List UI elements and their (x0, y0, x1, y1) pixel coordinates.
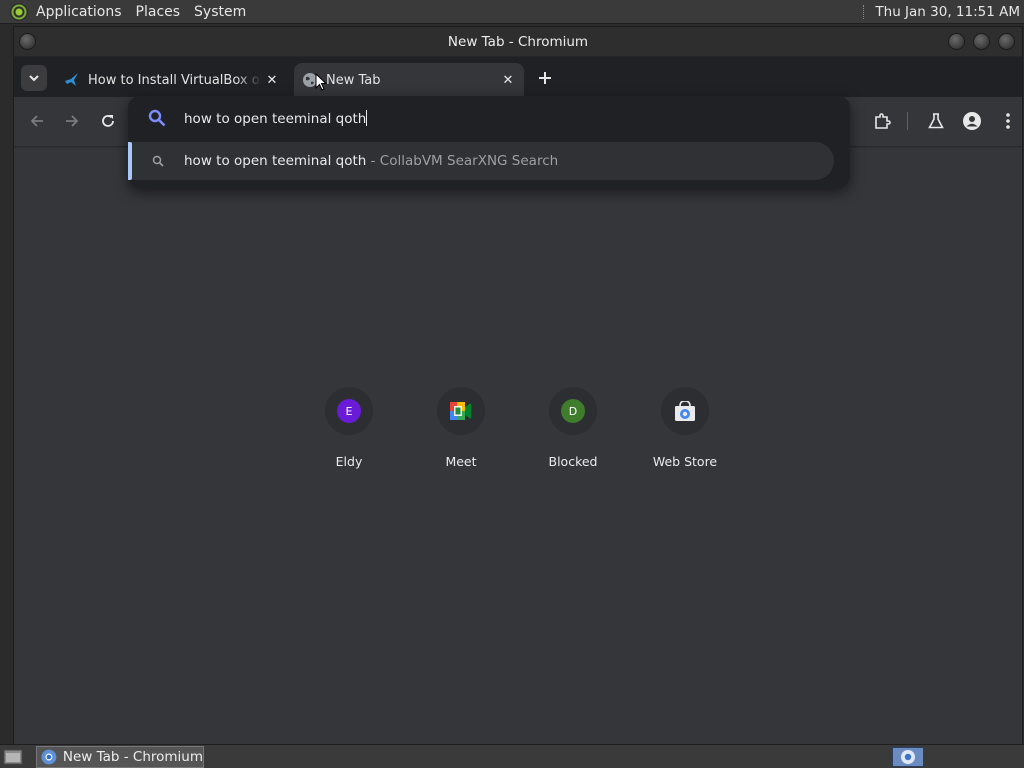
taskbar-item-chromium[interactable]: New Tab - Chromium (36, 745, 204, 768)
applications-menu[interactable]: Applications (29, 4, 129, 20)
arrow-right-icon (66, 115, 79, 127)
chromium-icon (901, 750, 915, 764)
shortcut-blocked[interactable]: D Blocked (523, 380, 623, 476)
shortcut-label: Meet (445, 454, 477, 469)
google-meet-icon (450, 402, 471, 420)
tab-virtualbox[interactable]: How to Install VirtualBox on ✕ (56, 63, 288, 97)
clock-area: Thu Jan 30, 11:51 AM (863, 0, 1020, 24)
address-bar[interactable]: how to open teeminal qoth (128, 96, 850, 140)
address-input[interactable]: how to open teeminal qoth (184, 109, 368, 127)
forward-button[interactable] (60, 109, 84, 133)
toolbar-divider (907, 112, 908, 130)
panel-separator (863, 5, 869, 19)
shortcut-icon-frame: D (549, 387, 597, 435)
shortcut-icon-frame (661, 387, 709, 435)
kebab-menu-icon (1006, 113, 1010, 129)
bottom-taskbar: New Tab - Chromium (0, 744, 1024, 768)
avatar-icon (963, 112, 981, 130)
window-title: New Tab - Chromium (447, 33, 589, 50)
shortcut-icon-frame: E (325, 387, 373, 435)
chrome-menu-button[interactable] (996, 109, 1020, 133)
profile-button[interactable] (960, 109, 984, 133)
shortcut-eldy[interactable]: E Eldy (299, 380, 399, 476)
shortcut-label: Blocked (548, 454, 598, 469)
shortcut-icon-frame (437, 387, 485, 435)
distro-logo-icon[interactable] (10, 2, 28, 21)
taskbar-item-label: New Tab - Chromium (62, 748, 203, 765)
chrome-web-store-icon (675, 401, 695, 421)
tab-title: How to Install VirtualBox on (88, 72, 262, 88)
address-input-text: how to open teeminal qoth (184, 110, 367, 127)
tab-new-tab[interactable]: New Tab ✕ (294, 63, 524, 97)
omnibox-popup: how to open teeminal qoth how to open te… (128, 96, 850, 188)
top-panel: Applications Places System Thu Jan 30, 1… (0, 0, 1024, 24)
chevron-down-icon (29, 75, 39, 82)
close-window-button[interactable] (998, 33, 1015, 50)
close-tab-button[interactable]: ✕ (498, 70, 518, 90)
suggestion-query: how to open teeminal qoth (184, 153, 367, 169)
tab-strip: How to Install VirtualBox on ✕ New Tab ✕ (14, 57, 1022, 97)
puzzle-icon (875, 113, 891, 129)
system-menu[interactable]: System (187, 4, 253, 20)
shortcut-label: Web Store (652, 454, 718, 469)
flask-icon (928, 113, 944, 129)
labs-button[interactable] (924, 109, 948, 133)
maximize-button[interactable] (973, 33, 990, 50)
extensions-button[interactable] (870, 109, 894, 133)
window-menu-button[interactable] (19, 33, 36, 50)
window-titlebar[interactable]: New Tab - Chromium (14, 27, 1022, 57)
close-tab-button[interactable]: ✕ (262, 70, 282, 90)
search-icon (152, 155, 164, 167)
reload-icon (102, 115, 114, 127)
shortcut-label: Eldy (335, 454, 363, 469)
plus-icon (539, 72, 551, 84)
chromium-icon (41, 749, 57, 764)
workspace-switcher[interactable] (892, 747, 924, 767)
selection-indicator (128, 142, 132, 180)
shortcut-meet[interactable]: Meet (411, 380, 511, 476)
letter-icon: D (561, 399, 585, 423)
shortcut-web-store[interactable]: Web Store (635, 380, 735, 476)
back-button[interactable] (25, 109, 49, 133)
suggestion-description: - CollabVM SearXNG Search (366, 153, 559, 169)
tab-search-button[interactable] (21, 65, 47, 91)
text-caret (366, 109, 368, 126)
clock[interactable]: Thu Jan 30, 11:51 AM (875, 4, 1020, 20)
mouse-cursor-icon (315, 73, 327, 91)
places-menu[interactable]: Places (129, 4, 188, 20)
reload-button[interactable] (96, 109, 120, 133)
show-desktop-icon[interactable] (2, 747, 24, 767)
bird-icon (65, 73, 78, 86)
search-icon (148, 109, 166, 127)
tab-title: New Tab (326, 72, 381, 88)
letter-icon: E (337, 399, 361, 423)
new-tab-button[interactable] (534, 67, 556, 89)
suggestion-text: how to open teeminal qoth - CollabVM Sea… (184, 153, 558, 169)
new-tab-page: E Eldy Meet D Blocked Web Store (14, 148, 1022, 745)
minimize-button[interactable] (948, 33, 965, 50)
panel-menu: Applications Places System (0, 0, 253, 24)
omnibox-suggestion[interactable]: how to open teeminal qoth - CollabVM Sea… (128, 142, 834, 180)
arrow-left-icon (30, 115, 43, 127)
